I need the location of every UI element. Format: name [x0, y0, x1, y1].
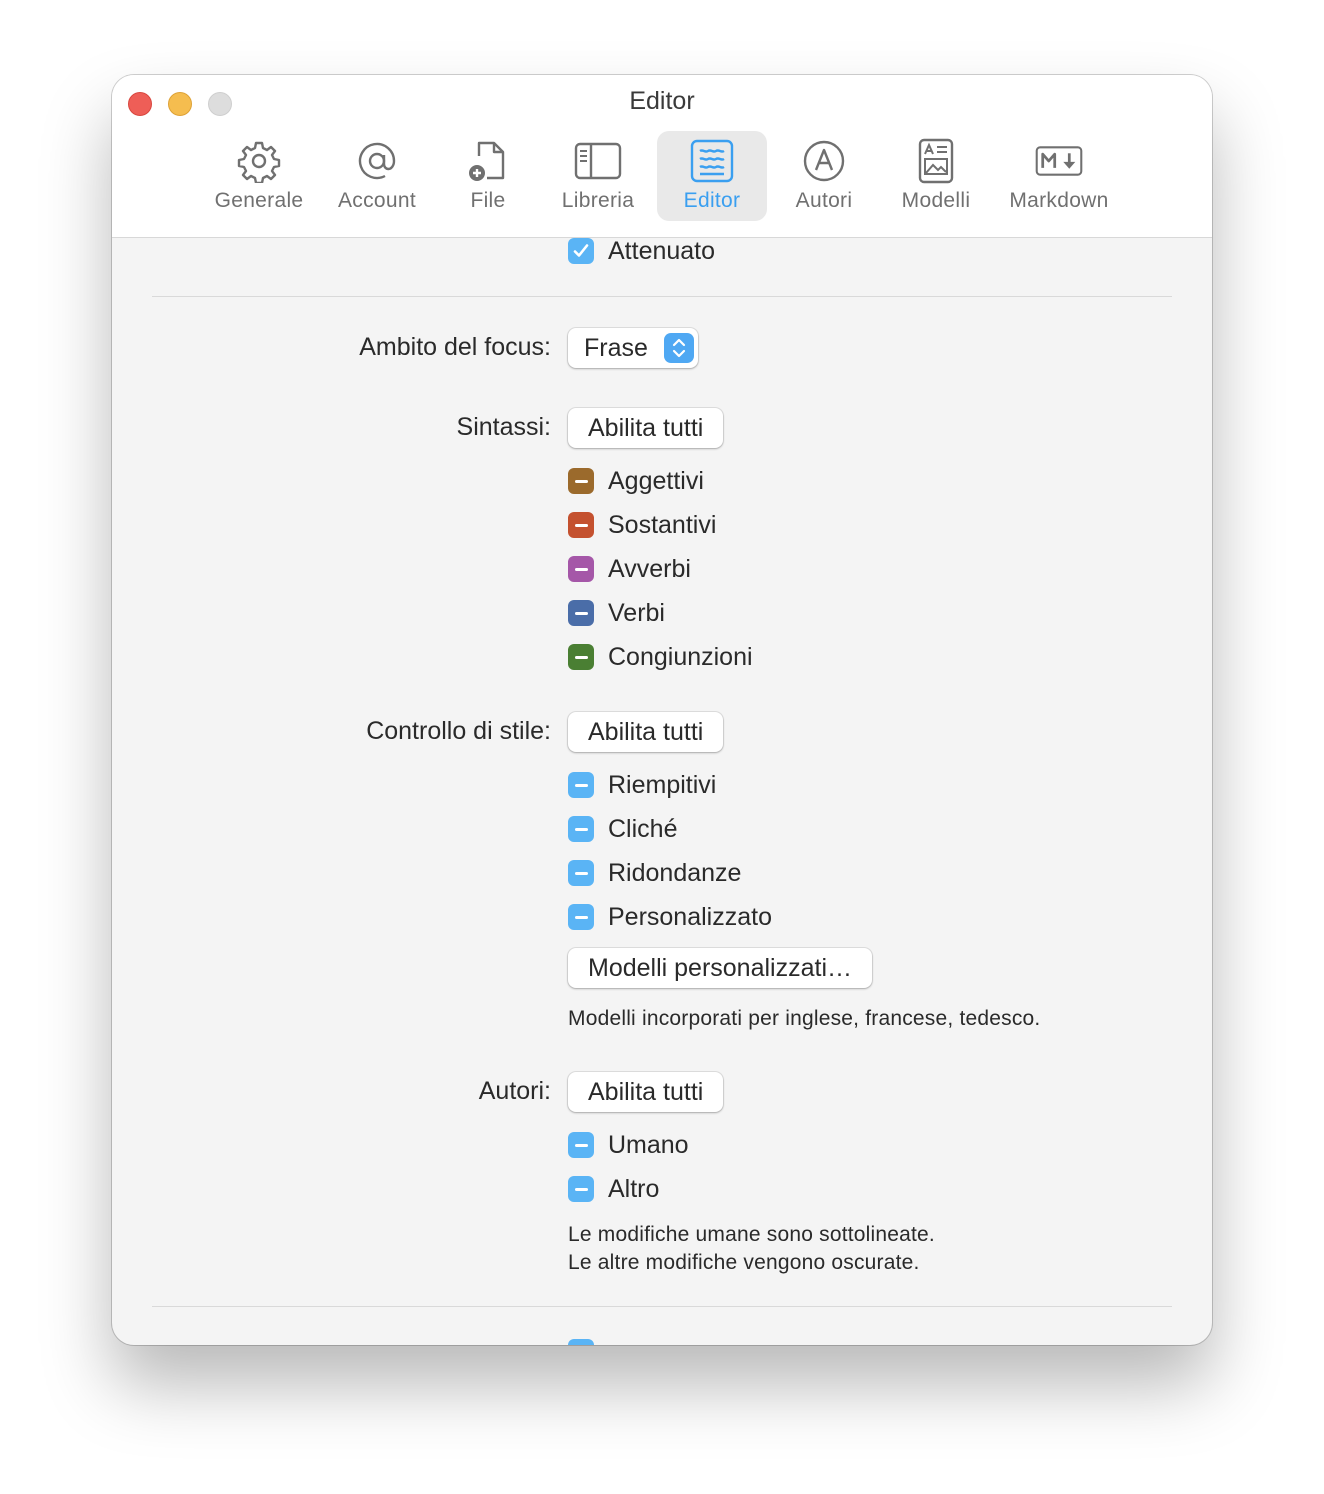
clipped-checkbox[interactable]: [568, 1339, 594, 1345]
style-note: Modelli incorporati per inglese, frances…: [568, 1007, 1041, 1030]
sostantivi-checkbox[interactable]: [568, 512, 594, 538]
tab-autori[interactable]: Autori: [779, 131, 869, 221]
titlebar: Editor Generale Account File Libreria Ed…: [112, 75, 1212, 238]
editor-icon: [688, 137, 736, 185]
style-check-label: Controllo di stile:: [366, 717, 551, 745]
focus-scope-value: Frase: [584, 333, 648, 362]
divider: [152, 1306, 1172, 1307]
ridondanze-label: Ridondanze: [608, 858, 742, 887]
tab-markdown[interactable]: Markdown: [1000, 131, 1118, 221]
window-title: Editor: [629, 87, 695, 115]
focus-scope-label: Ambito del focus:: [359, 333, 551, 361]
authors-note-line-1: Le modifiche umane sono sottolineate.: [568, 1223, 935, 1246]
template-icon: [912, 137, 960, 185]
tab-file[interactable]: File: [443, 131, 533, 221]
tab-libreria[interactable]: Libreria: [548, 131, 648, 221]
tab-markdown-label: Markdown: [1009, 189, 1109, 212]
markdown-icon: [1035, 137, 1083, 185]
avverbi-checkbox[interactable]: [568, 556, 594, 582]
sintassi-label: Sintassi:: [456, 413, 551, 441]
style-row-riempitivi[interactable]: Riempitivi: [568, 769, 716, 801]
autori-enable-all-button[interactable]: Abilita tutti: [568, 1072, 724, 1112]
tab-account-label: Account: [338, 189, 416, 212]
tab-modelli[interactable]: Modelli: [886, 131, 986, 221]
tab-editor[interactable]: Editor: [657, 131, 767, 221]
umano-label: Umano: [608, 1130, 689, 1159]
file-add-icon: [464, 137, 512, 185]
cliche-checkbox[interactable]: [568, 816, 594, 842]
chevron-updown-icon: [663, 333, 694, 363]
congiunzioni-label: Congiunzioni: [608, 642, 753, 671]
riempitivi-label: Riempitivi: [608, 770, 717, 799]
tab-file-label: File: [470, 189, 506, 212]
tab-account[interactable]: Account: [322, 131, 432, 221]
verbi-label: Verbi: [608, 598, 665, 627]
tab-libreria-label: Libreria: [561, 189, 635, 212]
aggettivi-label: Aggettivi: [608, 466, 704, 495]
author-row-altro[interactable]: Altro: [568, 1173, 659, 1205]
attenuato-checkbox[interactable]: [568, 238, 594, 264]
aggettivi-checkbox[interactable]: [568, 468, 594, 494]
altro-label: Altro: [608, 1174, 660, 1203]
syntax-row-avverbi[interactable]: Avverbi: [568, 553, 691, 585]
checkmark-icon: [573, 244, 589, 257]
altro-checkbox[interactable]: [568, 1176, 594, 1202]
tab-autori-label: Autori: [795, 189, 853, 212]
gear-icon: [235, 137, 283, 185]
at-icon: [353, 137, 401, 185]
focus-scope-popup[interactable]: Frase: [568, 328, 698, 368]
author-icon: [800, 137, 848, 185]
ridondanze-checkbox[interactable]: [568, 860, 594, 886]
syntax-row-congiunzioni[interactable]: Congiunzioni: [568, 641, 753, 673]
tab-generale-label: Generale: [214, 189, 304, 212]
congiunzioni-checkbox[interactable]: [568, 644, 594, 670]
riempitivi-checkbox[interactable]: [568, 772, 594, 798]
autori-label: Autori:: [478, 1077, 551, 1105]
editor-preferences-content: Attenuato Ambito del focus: Frase Sintas…: [112, 235, 1212, 1345]
sintassi-enable-all-button[interactable]: Abilita tutti: [568, 408, 724, 448]
syntax-row-aggettivi[interactable]: Aggettivi: [568, 465, 704, 497]
tab-editor-label: Editor: [683, 189, 741, 212]
verbi-checkbox[interactable]: [568, 600, 594, 626]
avverbi-label: Avverbi: [608, 554, 691, 583]
sidebar-icon: [574, 137, 622, 185]
style-row-personalizzato[interactable]: Personalizzato: [568, 901, 772, 933]
cliche-label: Cliché: [608, 814, 678, 843]
tab-modelli-label: Modelli: [901, 189, 971, 212]
personalizzato-label: Personalizzato: [608, 902, 772, 931]
umano-checkbox[interactable]: [568, 1132, 594, 1158]
sostantivi-label: Sostantivi: [608, 510, 717, 539]
style-row-ridondanze[interactable]: Ridondanze: [568, 857, 741, 889]
author-row-umano[interactable]: Umano: [568, 1129, 689, 1161]
style-enable-all-button[interactable]: Abilita tutti: [568, 712, 724, 752]
preferences-toolbar: Generale Account File Libreria Editor Au…: [112, 131, 1212, 223]
attenuato-label: Attenuato: [608, 236, 716, 265]
divider: [152, 296, 1172, 297]
tab-generale[interactable]: Generale: [204, 131, 314, 221]
syntax-row-sostantivi[interactable]: Sostantivi: [568, 509, 716, 541]
attenuato-checkbox-row[interactable]: Attenuato: [568, 235, 715, 267]
personalizzato-checkbox[interactable]: [568, 904, 594, 930]
custom-patterns-button[interactable]: Modelli personalizzati…: [568, 948, 873, 988]
style-row-cliche[interactable]: Cliché: [568, 813, 677, 845]
syntax-row-verbi[interactable]: Verbi: [568, 597, 665, 629]
authors-note-line-2: Le altre modifiche vengono oscurate.: [568, 1251, 920, 1274]
preferences-window: Editor Generale Account File Libreria Ed…: [112, 75, 1212, 1345]
